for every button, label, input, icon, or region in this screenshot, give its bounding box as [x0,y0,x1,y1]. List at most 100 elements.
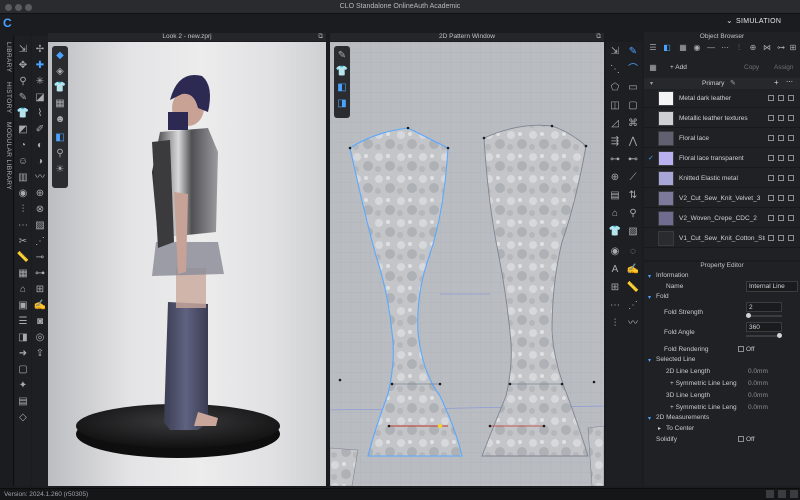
stitch-2d-icon[interactable]: ⋯ [608,300,622,312]
fold-icon[interactable]: ◩ [16,124,30,136]
material-item[interactable]: Knitted Elastic metal [644,169,800,188]
gizmo-icon[interactable]: ✢ [33,44,47,56]
zip-tab-icon[interactable]: ⫶ [732,42,746,54]
wrinkle-icon[interactable]: ✳ [33,76,47,88]
view-mesh-icon[interactable]: ◈ [53,66,67,78]
transform-pattern-icon[interactable]: ⇲ [608,46,622,58]
material-item[interactable]: Metallic leather textures [644,109,800,128]
box-icon[interactable]: ▣ [16,300,30,312]
topstitch-tab-icon[interactable]: ⋯ [718,42,732,54]
assign-material-icon[interactable] [768,215,774,221]
render-icon[interactable]: ◎ [33,332,47,344]
bow-tab-icon[interactable]: ⋈ [760,42,774,54]
text-tool-icon[interactable]: A [608,264,622,276]
close-panel-icon[interactable] [790,490,798,498]
assign-material-icon[interactable] [768,155,774,161]
pleat-icon[interactable]: ⌇ [33,108,47,120]
edit-pattern-icon[interactable]: ✎ [626,46,640,58]
fold-angle-thumb[interactable] [777,333,782,338]
button-icon[interactable]: ◉ [16,188,30,200]
fold-angle-slider[interactable] [746,333,782,338]
view-texture-icon[interactable]: ▦ [53,98,67,110]
shirt-icon[interactable]: 👕 [16,108,30,120]
avatar-icon[interactable]: ☺ [16,156,30,168]
shape-icon[interactable]: ◪ [33,92,47,104]
tab-modular-library[interactable]: MODULAR LIBRARY [2,122,12,190]
assign-material-icon[interactable] [768,135,774,141]
internal-rect-icon[interactable]: ▢ [626,100,640,112]
selected-point[interactable] [437,423,443,429]
delete-material-icon[interactable] [788,235,794,241]
fabric-tab-icon[interactable]: ◧ [660,42,674,54]
hanger-2d-icon[interactable]: ⌂ [608,208,622,220]
name-field[interactable]: Internal Line [746,281,798,292]
puckering-tab-icon[interactable]: ⊕ [746,42,760,54]
window-layout-icon[interactable] [766,490,774,498]
export-icon[interactable]: ⇪ [33,348,47,360]
fold-strength-slider[interactable] [746,313,782,318]
shirt-2d-icon[interactable]: 👕 [335,66,349,78]
rectangle-icon[interactable]: ▭ [626,82,640,94]
simulation-toggle[interactable]: ⌄ SIMULATION [724,16,798,28]
collapse-icon[interactable]: ▾ [650,80,653,87]
piping-icon[interactable]: ⊸ [33,252,47,264]
light-icon[interactable]: ✦ [16,380,30,392]
add-button[interactable]: + Add [670,64,687,71]
view-garment-icon[interactable]: 👕 [53,82,67,94]
copy-material-icon[interactable] [778,155,784,161]
ruler-2d-icon[interactable]: 📏 [626,282,640,294]
assign-material-icon[interactable] [768,95,774,101]
topstitch-icon[interactable]: ⋰ [33,236,47,248]
trim-icon[interactable]: ⊗ [33,204,47,216]
elastic-2d-icon[interactable]: 〰 [626,318,640,330]
dart-icon[interactable]: ◿ [608,118,622,130]
copy-material-icon[interactable] [778,235,784,241]
polygon-icon[interactable]: ⬠ [608,82,622,94]
layers-icon[interactable]: ☰ [16,316,30,328]
stitch-icon[interactable]: ⋯ [16,220,30,232]
seam-icon[interactable]: ⊶ [608,154,622,166]
button-2d-icon[interactable]: ◉ [608,246,622,258]
edit-icon[interactable]: ✎ [16,92,30,104]
annotation-icon[interactable]: ✍ [33,300,47,312]
tape-icon[interactable]: ◔ [16,140,30,152]
delete-material-icon[interactable] [788,95,794,101]
tab-history[interactable]: HISTORY [2,82,12,113]
minimize-panel-icon[interactable] [778,490,786,498]
assign-material-icon[interactable] [768,195,774,201]
edit-point-icon[interactable]: ⋱ [608,64,622,76]
copy-material-icon[interactable] [778,115,784,121]
tab-library[interactable]: LIBRARY [2,42,12,73]
delete-material-icon[interactable] [788,155,794,161]
offset-icon[interactable]: ⇶ [608,136,622,148]
arrow-icon[interactable]: ➜ [16,348,30,360]
zip-icon[interactable]: ⫶ [16,204,30,216]
material-item[interactable]: V1_Cut_Sew_Knit_Cotton_Stretc [644,229,800,248]
grid-icon[interactable]: ▦ [16,268,30,280]
more-tab-icon[interactable]: ⊞ [786,42,800,54]
assign-button[interactable]: Assign [774,64,794,71]
sewing-icon[interactable]: ⊶ [33,268,47,280]
strengthen-icon[interactable]: ◑ [33,156,47,168]
delete-material-icon[interactable] [788,215,794,221]
shirt-tool-icon[interactable]: 👕 [608,226,622,238]
add-group-icon[interactable]: + [774,78,779,87]
pattern-icon[interactable]: ◨ [16,332,30,344]
copy-material-icon[interactable] [778,215,784,221]
tack-icon[interactable]: ⊕ [608,172,622,184]
maximize-icon[interactable]: ⧉ [318,33,323,41]
pin-2d-icon[interactable]: ⚲ [626,208,640,220]
assign-material-icon[interactable] [768,115,774,121]
zipper-2d-icon[interactable]: ⫶ [608,318,622,330]
button-tab-icon[interactable]: ◉ [690,42,704,54]
transform-icon[interactable]: ✚ [33,60,47,72]
segment-seam-icon[interactable]: ⊷ [626,154,640,166]
delete-material-icon[interactable] [788,195,794,201]
ruler-icon[interactable]: 📏 [16,252,30,264]
buttonhole-tab-icon[interactable]: — [704,42,718,54]
seam-allowance-icon[interactable]: ▤ [608,190,622,202]
fabric-icon[interactable]: ▥ [16,172,30,184]
solidify-checkbox[interactable] [738,436,744,442]
fold-strength-field[interactable]: 2 [746,302,782,312]
fold-angle-field[interactable]: 360 [746,322,782,332]
